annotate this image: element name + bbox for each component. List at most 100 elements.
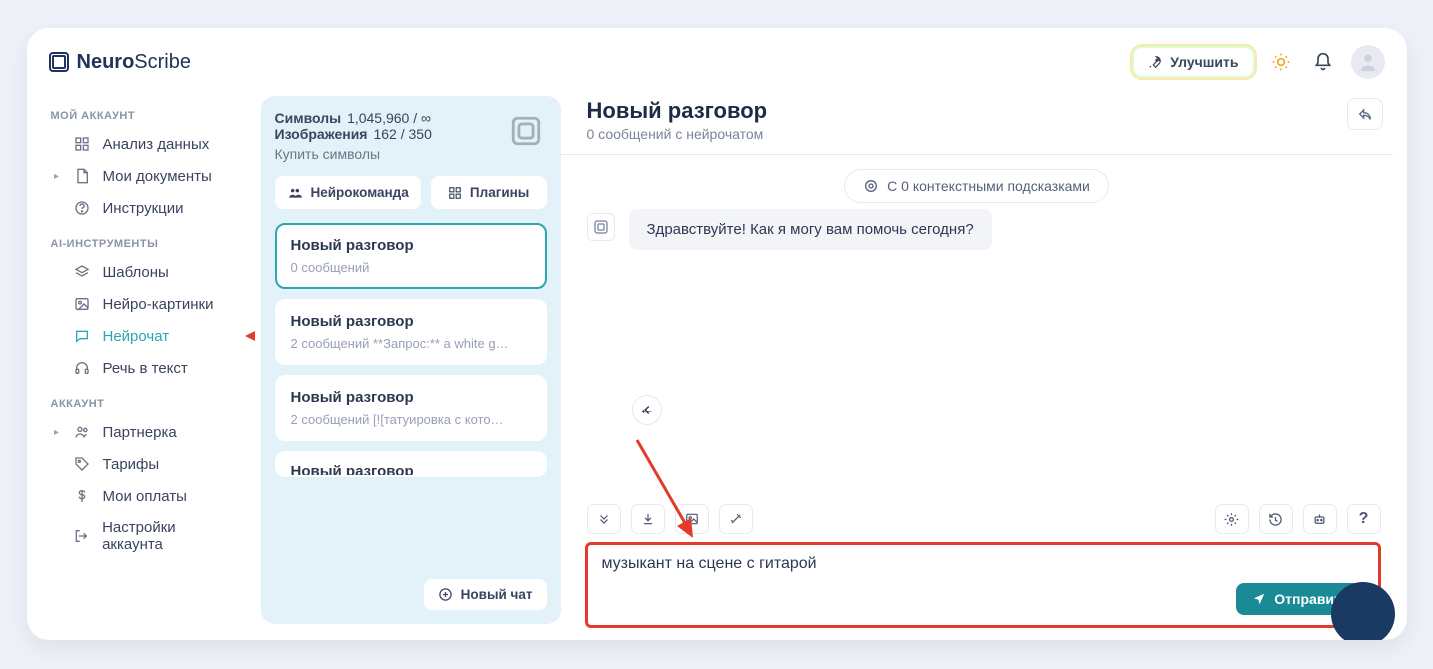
context-pill[interactable]: С 0 контекстными подсказками [844, 169, 1109, 203]
chat-subtitle: 0 сообщений [291, 260, 531, 275]
chat-title: Новый разговор [291, 463, 531, 477]
plugin-icon [448, 186, 462, 200]
new-chat-button[interactable]: Новый чат [424, 579, 547, 610]
sidebar-item-settings[interactable]: Настройки аккаунта [45, 512, 247, 560]
sidebar-item-images[interactable]: Нейро-картинки [45, 288, 247, 320]
sidebar-item-neurochat[interactable]: Нейрочат [45, 320, 247, 352]
context-label: С 0 контекстными подсказками [887, 178, 1090, 194]
download-button[interactable] [631, 504, 665, 534]
user-avatar[interactable] [1351, 45, 1385, 79]
settings-button[interactable] [1215, 504, 1249, 534]
document-icon [73, 167, 91, 185]
sidebar-item-speech[interactable]: Речь в текст [45, 352, 247, 384]
image-icon [685, 512, 699, 526]
brand-logo-icon [49, 52, 69, 72]
chat-title: Новый разговор [291, 237, 531, 254]
sidebar-nav: МОЙ АККАУНТ Анализ данных ▸ Мои документ… [27, 96, 255, 640]
sidebar-item-payments[interactable]: Мои оплаты [45, 480, 247, 512]
plugins-button[interactable]: Плагины [431, 176, 547, 209]
neuroteam-button[interactable]: Нейрокоманда [275, 176, 421, 209]
images-value: 162 / 350 [373, 126, 431, 142]
symbols-value: 1,045,960 / ∞ [347, 110, 431, 126]
sidebar-item-templates[interactable]: Шаблоны [45, 256, 247, 288]
sidebar-item-analytics[interactable]: Анализ данных [45, 128, 247, 160]
person-icon [1357, 51, 1379, 73]
prompt-input[interactable]: музыкант на сцене с гитарой [602, 555, 1364, 573]
annotation-arrow-icon [243, 326, 255, 346]
sidebar-item-documents[interactable]: ▸ Мои документы [45, 160, 247, 192]
symbols-label: Символы [275, 110, 342, 126]
grid-icon [73, 135, 91, 153]
chat-list-panel: Символы1,045,960 / ∞ Изображения162 / 35… [261, 96, 561, 624]
history-button[interactable] [1259, 504, 1293, 534]
sidebar-item-affiliate[interactable]: ▸ Партнерка [45, 416, 247, 448]
sidebar-item-label: Анализ данных [103, 136, 210, 153]
help-bubble-icon[interactable] [1331, 582, 1395, 640]
logout-icon [72, 527, 90, 545]
upgrade-button[interactable]: Улучшить [1134, 48, 1252, 76]
dollar-icon [73, 487, 91, 505]
sun-icon [1271, 52, 1291, 72]
sidebar-section-ai-tools: AI-ИНСТРУМЕНТЫ [45, 224, 247, 256]
bot-button[interactable] [1303, 504, 1337, 534]
attach-image-button[interactable] [675, 504, 709, 534]
send-icon [1252, 592, 1266, 606]
target-icon [863, 178, 879, 194]
bell-icon [1313, 52, 1333, 72]
help-button[interactable]: ? [1347, 504, 1381, 534]
rocket-icon [1148, 55, 1162, 69]
chat-main: Новый разговор 0 сообщений с нейрочатом … [561, 96, 1393, 640]
neuroteam-label: Нейрокоманда [311, 185, 409, 200]
sidebar-section-my-account: МОЙ АККАУНТ [45, 96, 247, 128]
sidebar-item-label: Настройки аккаунта [102, 519, 238, 553]
question-icon [73, 199, 91, 217]
chevrons-down-icon [597, 512, 611, 526]
layers-icon [73, 263, 91, 281]
chat-title-heading: Новый разговор [587, 98, 768, 124]
neuroscribe-icon [505, 110, 547, 152]
tag-icon [73, 455, 91, 473]
sidebar-item-label: Нейрочат [103, 328, 170, 345]
chat-list-item[interactable]: Новый разговор 2 сообщений [![татуировка… [275, 375, 547, 441]
chat-list-item[interactable]: Новый разговор 0 сообщений [275, 223, 547, 289]
collapse-panel-button[interactable]: ← [632, 395, 662, 425]
magic-button[interactable] [719, 504, 753, 534]
chat-title: Новый разговор [291, 313, 531, 330]
expand-button[interactable] [587, 504, 621, 534]
theme-toggle-button[interactable] [1267, 48, 1295, 76]
plugins-label: Плагины [470, 185, 529, 200]
buy-symbols-link[interactable]: Купить символы [275, 146, 432, 162]
sidebar-section-account: АККАУНТ [45, 384, 247, 416]
sidebar-item-plans[interactable]: Тарифы [45, 448, 247, 480]
sidebar-item-label: Партнерка [103, 424, 177, 441]
brand[interactable]: NeuroScribe [49, 51, 192, 74]
plus-circle-icon [438, 587, 453, 602]
history-icon [1268, 512, 1283, 527]
download-icon [641, 512, 655, 526]
wand-icon [729, 512, 743, 526]
sidebar-item-label: Речь в текст [103, 360, 188, 377]
sidebar-item-label: Тарифы [103, 456, 160, 473]
sidebar-item-label: Шаблоны [103, 264, 169, 281]
chat-list-item[interactable]: Новый разговор 2 сообщений **Запрос:** a… [275, 299, 547, 365]
gear-icon [1224, 512, 1239, 527]
chat-icon [73, 327, 91, 345]
robot-icon [1312, 512, 1327, 527]
upgrade-label: Улучшить [1170, 54, 1238, 70]
brand-name-bold: Neuro [77, 51, 135, 73]
bot-message: Здравствуйте! Как я могу вам помочь сего… [629, 209, 992, 250]
bot-avatar-icon [587, 213, 615, 241]
sidebar-item-label: Нейро-картинки [103, 296, 214, 313]
share-button[interactable] [1347, 98, 1383, 130]
sidebar-item-label: Мои документы [103, 168, 212, 185]
chat-subtitle: 2 сообщений **Запрос:** a white g… [291, 336, 531, 351]
headphones-icon [73, 359, 91, 377]
chat-list-item[interactable]: Новый разговор [275, 451, 547, 477]
image-icon [73, 295, 91, 313]
prompt-input-area: музыкант на сцене с гитарой Отправить [585, 542, 1381, 628]
notifications-button[interactable] [1309, 48, 1337, 76]
sidebar-item-label: Мои оплаты [103, 488, 187, 505]
sidebar-item-help[interactable]: Инструкции [45, 192, 247, 224]
new-chat-label: Новый чат [461, 587, 533, 602]
brand-name-light: Scribe [134, 51, 191, 73]
